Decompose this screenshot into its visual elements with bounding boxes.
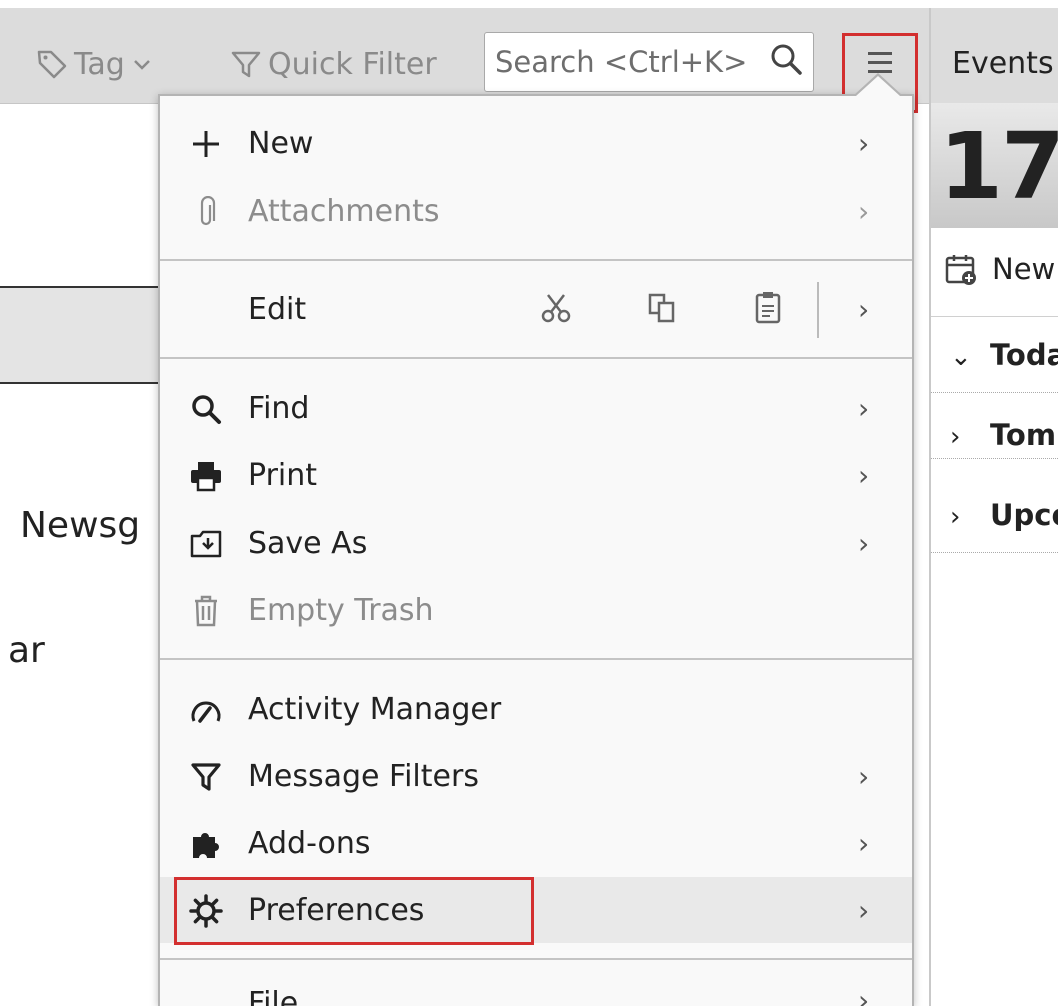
paperclip-icon — [188, 194, 224, 230]
save-as-icon — [188, 526, 224, 562]
chevron-right-icon: › — [858, 759, 870, 793]
menu-item-print[interactable]: Print › — [160, 442, 912, 508]
menu-item-new[interactable]: New › — [160, 110, 912, 176]
folder-item-label: ar — [8, 630, 45, 671]
new-event-button[interactable]: New — [992, 252, 1055, 286]
puzzle-icon — [188, 826, 224, 862]
tag-icon — [36, 48, 68, 80]
chevron-right-icon: › — [950, 422, 961, 452]
quick-filter-button[interactable]: Quick Filter — [230, 44, 437, 84]
menu-item-message-filters-label: Message Filters — [248, 758, 479, 794]
menu-item-activity-manager[interactable]: Activity Manager — [160, 676, 912, 742]
chevron-right-icon: › — [858, 526, 870, 560]
copy-icon[interactable] — [646, 292, 678, 328]
new-event-icon[interactable] — [944, 252, 978, 290]
chevron-right-icon: › — [858, 194, 870, 228]
menu-separator — [160, 357, 912, 359]
menu-separator — [160, 658, 912, 660]
filter-icon — [230, 48, 262, 80]
menu-item-attachments[interactable]: Attachments › — [160, 178, 912, 244]
edit-divider — [817, 282, 819, 338]
chevron-right-icon: › — [858, 292, 870, 326]
search-placeholder: Search <Ctrl+K> — [495, 45, 748, 79]
menu-item-edit-label: Edit — [248, 291, 307, 327]
menu-item-addons[interactable]: Add-ons › — [160, 810, 912, 876]
today-date-box: 17 — [931, 103, 1058, 228]
preferences-highlight — [174, 877, 534, 945]
chevron-right-icon: › — [858, 391, 870, 425]
menu-item-print-label: Print — [248, 457, 318, 493]
tag-label: Tag — [74, 46, 125, 82]
folder-item-calendar[interactable]: ar — [8, 630, 45, 671]
filter-icon — [188, 759, 224, 795]
menu-separator — [160, 958, 912, 960]
events-title: Events — [952, 46, 1054, 81]
menu-item-find[interactable]: Find › — [160, 375, 912, 441]
menu-separator — [160, 259, 912, 261]
menu-item-save-as[interactable]: Save As › — [160, 510, 912, 576]
chevron-right-icon: › — [950, 502, 961, 532]
chevron-right-icon: › — [858, 984, 870, 1006]
chevron-down-icon: ⌄ — [950, 342, 972, 372]
menu-item-addons-label: Add-ons — [248, 825, 371, 861]
menu-item-attachments-label: Attachments — [248, 193, 440, 229]
agenda-label-upcoming: Upco — [990, 498, 1058, 532]
trash-icon — [188, 593, 224, 629]
folder-item-newsgroups[interactable]: Newsg — [0, 505, 140, 546]
chevron-right-icon: › — [858, 126, 870, 160]
menu-item-save-as-label: Save As — [248, 525, 368, 561]
agenda-label-tomorrow: Tom — [990, 418, 1057, 452]
agenda-label-today: Toda — [990, 338, 1058, 372]
tag-button[interactable]: Tag — [36, 44, 153, 84]
chevron-down-icon — [131, 53, 153, 75]
paste-icon[interactable] — [752, 290, 784, 328]
chevron-right-icon: › — [858, 826, 870, 860]
printer-icon — [188, 458, 224, 494]
gauge-icon — [188, 692, 224, 728]
menu-item-file-label: File — [248, 986, 299, 1006]
today-date-number: 17 — [939, 113, 1058, 220]
chevron-right-icon: › — [858, 893, 870, 927]
quick-filter-label: Quick Filter — [268, 46, 437, 82]
column-header — [0, 286, 158, 384]
menu-item-new-label: New — [248, 125, 314, 161]
menu-item-file[interactable]: File › — [160, 976, 912, 1006]
folder-item-label: Newsg — [20, 505, 141, 546]
search-icon — [769, 42, 803, 83]
menu-item-empty-trash[interactable]: Empty Trash — [160, 577, 912, 643]
menu-item-activity-manager-label: Activity Manager — [248, 691, 502, 727]
search-input[interactable]: Search <Ctrl+K> — [484, 32, 814, 92]
menu-item-find-label: Find — [248, 390, 310, 426]
chevron-right-icon: › — [858, 458, 870, 492]
plus-icon — [188, 126, 224, 162]
menu-item-empty-trash-label: Empty Trash — [248, 592, 434, 628]
menu-item-message-filters[interactable]: Message Filters › — [160, 743, 912, 809]
search-icon — [188, 391, 224, 427]
menu-item-edit[interactable]: Edit › — [160, 276, 912, 342]
cut-icon[interactable] — [540, 292, 572, 328]
